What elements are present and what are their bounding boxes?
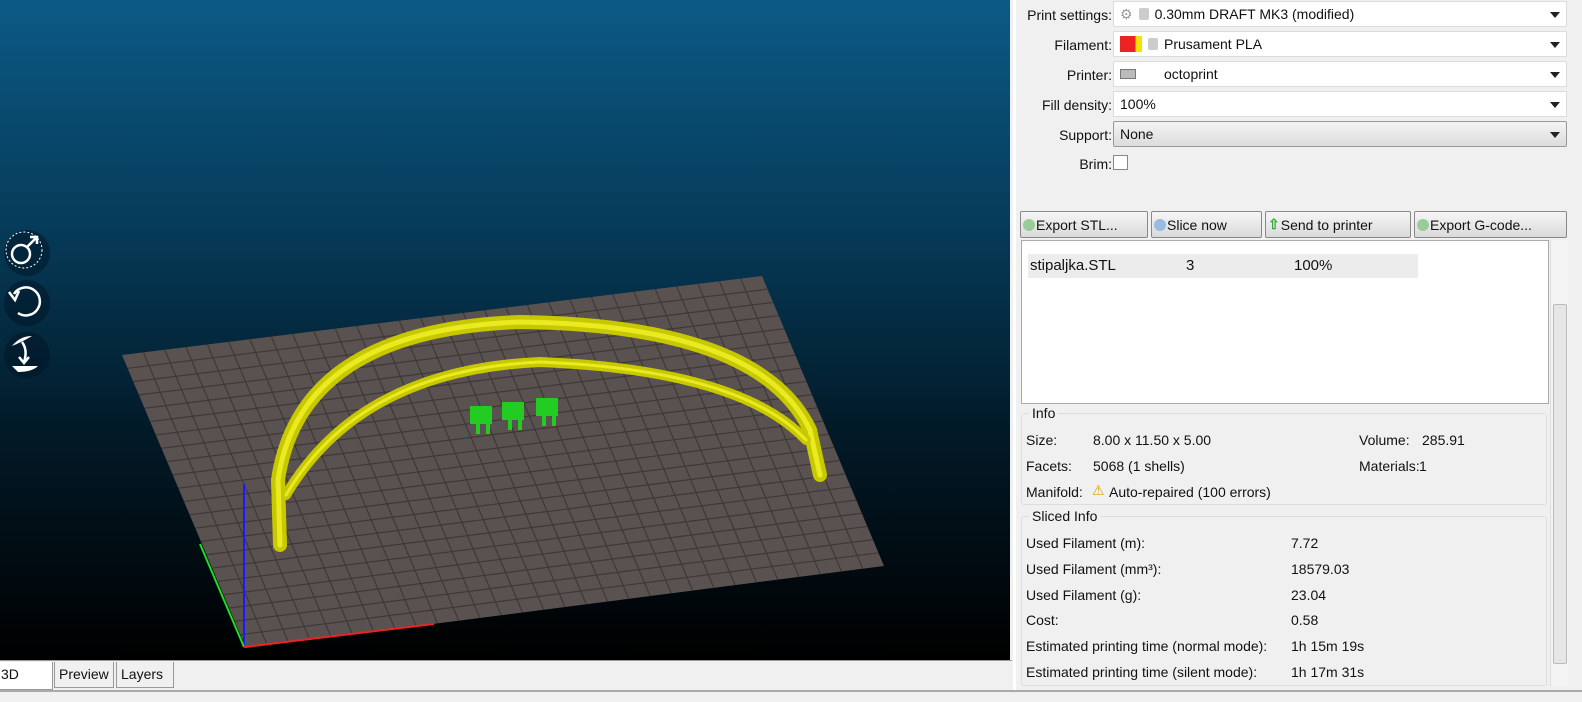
rotate-icon[interactable] (4, 280, 50, 326)
slice-now-button[interactable]: Slice now (1151, 211, 1262, 238)
status-bar (0, 690, 1582, 702)
manifold-label: Manifold: (1026, 484, 1083, 500)
filament-value: Prusament PLA (1164, 36, 1263, 52)
warning-icon: ⚠ (1092, 482, 1105, 498)
export-stl-label: Export STL... (1036, 216, 1118, 233)
scene (122, 276, 884, 648)
printer-value: octoprint (1164, 66, 1218, 82)
facets-value: 5068 (1 shells) (1093, 458, 1185, 474)
object-scale: 100% (1294, 257, 1333, 274)
sliced-value: 7.72 (1291, 535, 1319, 551)
settings-panel: Print settings: ⚙ 0.30mm DRAFT MK3 (modif… (1013, 0, 1582, 690)
object-list: stipaljka.STL 3 100% (1021, 240, 1549, 404)
manifold-value: Auto-repaired (100 errors) (1109, 484, 1271, 500)
sliced-value: 1h 17m 31s (1291, 664, 1365, 680)
sliced-label: Estimated printing time (normal mode): (1026, 638, 1268, 655)
sliced-info-group: Sliced Info Used Filament (m): 7.72 Used F… (1021, 508, 1547, 686)
fill-density-label: Fill density: (1041, 97, 1112, 113)
chevron-down-icon (1550, 12, 1560, 18)
materials-value: 1 (1419, 458, 1427, 474)
sliced-value: 1h 15m 19s (1291, 638, 1365, 655)
upload-arrow-icon: ⇧ (1268, 216, 1280, 232)
print-bed (122, 276, 884, 648)
gear-icon: ⚙ (1120, 5, 1133, 22)
brim-label: Brim: (1079, 156, 1112, 172)
volume-label: Volume: (1359, 432, 1410, 448)
tab-3d[interactable]: 3D (0, 662, 53, 690)
sliced-info-title: Sliced Info (1029, 508, 1101, 524)
printer-icon (1120, 69, 1136, 79)
fill-density-value: 100% (1120, 96, 1156, 112)
sliced-value: 23.04 (1291, 586, 1327, 603)
info-group: Info Size: 8.00 x 11.50 x 5.00 Volume: 2… (1021, 405, 1547, 505)
filament-color-swatch (1120, 36, 1142, 52)
sliced-value: 18579.03 (1291, 560, 1350, 577)
3d-viewport[interactable] (0, 0, 1010, 660)
brim-checkbox[interactable] (1113, 155, 1128, 170)
place-on-face-icon[interactable] (4, 332, 50, 378)
print-settings-select[interactable]: ⚙ 0.30mm DRAFT MK3 (modified) (1113, 1, 1567, 27)
sliced-label: Cost: (1026, 612, 1059, 629)
support-label: Support: (1059, 127, 1112, 143)
filament-label: Filament: (1054, 37, 1112, 53)
move-icon[interactable] (4, 230, 50, 276)
sliced-value: 0.58 (1291, 612, 1319, 629)
size-label: Size: (1026, 432, 1058, 448)
chevron-down-icon (1550, 102, 1560, 108)
lock-icon (1138, 8, 1149, 20)
size-value: 8.00 x 11.50 x 5.00 (1093, 432, 1212, 448)
printer-label: Printer: (1066, 67, 1112, 83)
export-icon (1417, 218, 1429, 231)
printer-select[interactable]: octoprint (1113, 61, 1567, 87)
slice-icon (1154, 218, 1166, 231)
view-tabs: 3D Preview Layers (0, 660, 1012, 690)
support-select[interactable]: None (1113, 121, 1567, 147)
tab-layers[interactable]: Layers (116, 662, 174, 688)
sliced-label: Used Filament (g): (1026, 586, 1142, 603)
scrollbar-thumb[interactable] (1553, 304, 1567, 664)
slice-now-label: Slice now (1167, 216, 1227, 233)
fill-density-select[interactable]: 100% (1113, 91, 1567, 117)
export-icon (1023, 218, 1035, 231)
sliced-label: Used Filament (m): (1026, 535, 1146, 551)
tab-preview[interactable]: Preview (54, 662, 114, 688)
volume-value: 285.91 (1422, 432, 1465, 448)
chevron-down-icon (1550, 132, 1560, 138)
sliced-label: Used Filament (mm³): (1026, 560, 1162, 577)
print-settings-value: 0.30mm DRAFT MK3 (modified) (1154, 6, 1355, 22)
panel-scrollbar[interactable] (1550, 240, 1568, 686)
export-gcode-button[interactable]: Export G-code... (1414, 211, 1567, 238)
filament-select[interactable]: Prusament PLA (1113, 31, 1567, 57)
object-copies: 3 (1186, 257, 1195, 274)
sliced-label: Estimated printing time (silent mode): (1026, 664, 1258, 680)
list-item-partial[interactable] (1028, 241, 1418, 251)
send-to-printer-label: Send to printer (1280, 216, 1373, 233)
print-settings-label: Print settings: (1027, 7, 1112, 23)
materials-label: Materials: (1359, 458, 1420, 474)
list-item[interactable]: stipaljka.STL 3 100% (1028, 254, 1418, 278)
object-name: stipaljka.STL (1030, 257, 1116, 274)
export-stl-button[interactable]: Export STL... (1020, 211, 1148, 238)
send-to-printer-button[interactable]: ⇧ Send to printer (1265, 211, 1411, 238)
lock-icon (1148, 38, 1158, 50)
chevron-down-icon (1550, 72, 1560, 78)
info-title: Info (1029, 405, 1059, 421)
facets-label: Facets: (1026, 458, 1072, 474)
support-value: None (1120, 126, 1154, 142)
export-gcode-label: Export G-code... (1430, 216, 1532, 233)
chevron-down-icon (1550, 42, 1560, 48)
